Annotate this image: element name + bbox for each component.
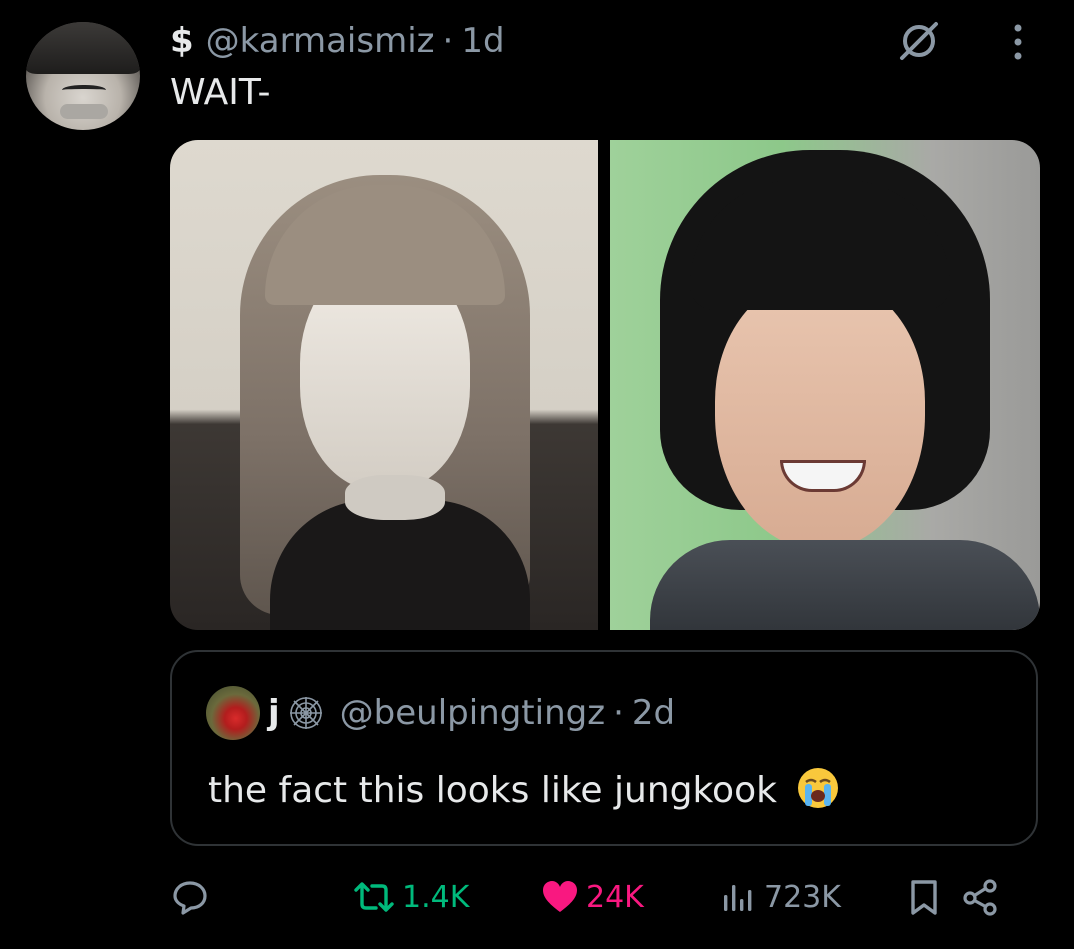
quoted-avatar[interactable] [206, 686, 260, 740]
quoted-text-line: the fact this looks like jungkook [208, 766, 840, 811]
views-count: 723K [764, 879, 841, 915]
separator-dot: · [442, 21, 454, 61]
media-photo-right[interactable] [610, 140, 1040, 630]
quoted-separator-dot: · [613, 693, 624, 733]
photo-left-collar [345, 475, 445, 520]
quoted-timestamp: 2d [631, 693, 676, 733]
retweet-icon [354, 882, 394, 912]
reply-button[interactable] [170, 872, 210, 922]
reply-icon [173, 881, 207, 915]
quoted-header: j @beulpingtingz · 2d [268, 690, 675, 736]
views-button[interactable]: 723K [718, 872, 841, 922]
retweet-count: 1.4K [402, 879, 470, 915]
share-button[interactable] [960, 872, 1004, 922]
quoted-display-name: j [268, 693, 280, 733]
heart-icon [543, 881, 577, 912]
like-button[interactable]: 24K [540, 872, 644, 922]
spiderweb-icon [289, 697, 322, 729]
user-handle[interactable]: @karmaismiz [206, 21, 435, 61]
bookmark-button[interactable] [904, 872, 944, 922]
quoted-text: the fact this looks like jungkook [208, 770, 777, 811]
media-divider [598, 140, 610, 630]
display-name[interactable]: $ [170, 21, 194, 61]
grok-icon[interactable] [896, 18, 942, 64]
photo-right-jacket [650, 540, 1040, 630]
retweet-button[interactable]: 1.4K [352, 872, 469, 922]
more-icon[interactable] [1006, 22, 1030, 62]
timestamp[interactable]: 1d [461, 21, 504, 61]
quoted-handle: @beulpingtingz [339, 693, 606, 733]
action-bar: 1.4K 24K 723K [170, 872, 1030, 922]
avatar-eyes [62, 84, 106, 95]
avatar-mask [60, 104, 109, 120]
tweet-text: WAIT- [170, 72, 271, 113]
share-icon [963, 879, 997, 916]
avatar[interactable] [26, 22, 140, 130]
crying-face-icon [798, 768, 839, 808]
media-photo-left[interactable] [170, 140, 598, 630]
tweet-media [170, 140, 1040, 630]
quoted-tweet[interactable]: j @beulpingtingz · 2d the fact this look… [170, 650, 1038, 846]
views-icon [724, 885, 752, 911]
like-count: 24K [586, 879, 644, 915]
photo-right-face [715, 280, 925, 550]
tweet-header: $ @karmaismiz · 1d [170, 18, 505, 64]
avatar-beanie [26, 22, 140, 74]
bookmark-icon [911, 880, 937, 915]
